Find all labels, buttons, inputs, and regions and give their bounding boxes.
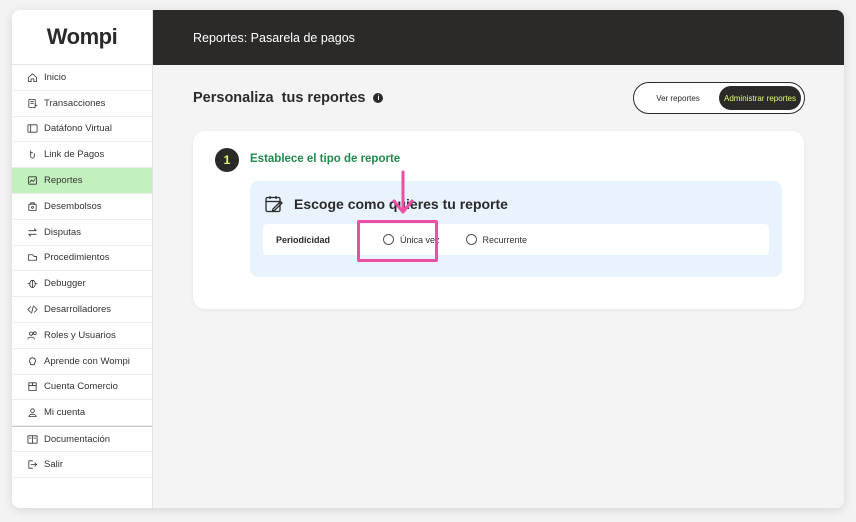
sidebar-item-mi-cuenta[interactable]: Mi cuenta xyxy=(12,400,152,427)
bulb-icon xyxy=(26,355,38,367)
sidebar-item-label: Roles y Usuarios xyxy=(44,329,116,341)
sidebar-item-label: Aprende con Wompi xyxy=(44,355,130,367)
code-icon xyxy=(26,304,38,316)
pink-arrow-annotation xyxy=(392,170,414,214)
calendar-edit-icon xyxy=(265,196,283,213)
step-number-badge: 1 xyxy=(215,148,239,172)
highlight-box-annotation xyxy=(357,220,438,262)
report-config-card: 1 Establece el tipo de reporte Escoge co… xyxy=(193,131,804,309)
sidebar-item-label: Procedimientos xyxy=(44,252,110,264)
administrar-reportes-button[interactable]: Administrar reportes xyxy=(719,86,801,110)
sidebar-item-label: Reportes xyxy=(44,175,83,187)
main-content: Personaliza tus reportes i Ver reportes … xyxy=(153,65,844,508)
sidebar-item-label: Desarrolladores xyxy=(44,304,112,316)
radio-recurrente-label: Recurrente xyxy=(482,234,528,245)
wallet-icon xyxy=(26,200,38,212)
top-bar: Reportes: Pasarela de pagos xyxy=(153,10,844,65)
sidebar-item-link-de-pagos[interactable]: Link de Pagos xyxy=(12,142,152,169)
logout-icon xyxy=(26,458,38,470)
sidebar-item-label: Debugger xyxy=(44,278,86,290)
sidebar-item-cuenta-comercio[interactable]: Cuenta Comercio xyxy=(12,375,152,401)
info-icon[interactable]: i xyxy=(373,93,384,103)
sidebar-item-label: Documentación xyxy=(44,433,111,445)
ver-reportes-button[interactable]: Ver reportes xyxy=(637,86,719,110)
docs-icon xyxy=(26,433,38,445)
report-view-toggle: Ver reportes Administrar reportes xyxy=(633,82,805,114)
sidebar-item-label: Transacciones xyxy=(44,97,106,109)
sidebar-item-label: Inicio xyxy=(44,71,67,83)
sidebar-item-documentacion[interactable]: Documentación xyxy=(12,426,152,452)
sidebar-item-label: Disputas xyxy=(44,226,81,238)
user-icon xyxy=(26,407,38,419)
sidebar-item-aprende-con-wompi[interactable]: Aprende con Wompi xyxy=(12,349,152,375)
sidebar-item-reportes[interactable]: Reportes xyxy=(12,168,152,194)
panel-header: Escoge como quieres tu reporte xyxy=(264,194,508,214)
transactions-icon xyxy=(26,97,38,109)
radio-circle-icon[interactable] xyxy=(465,234,477,245)
pos-icon xyxy=(26,123,38,135)
sidebar-item-label: Link de Pagos xyxy=(44,149,105,161)
sidebar-item-inicio[interactable]: Inicio xyxy=(12,65,152,91)
page-title: Personaliza tus reportes i xyxy=(193,90,384,106)
report-type-panel: Escoge como quieres tu reporte Periodici… xyxy=(250,181,782,277)
page-title-text: Personaliza tus reportes xyxy=(193,90,366,106)
procedures-icon xyxy=(26,252,38,264)
users-icon xyxy=(26,329,38,341)
header-title: Reportes: Pasarela de pagos xyxy=(193,30,355,45)
sidebar-item-datafono-virtual[interactable]: Datáfono Virtual xyxy=(12,117,152,143)
reports-icon xyxy=(26,175,38,187)
sidebar-item-desarrolladores[interactable]: Desarrolladores xyxy=(12,297,152,323)
sidebar-item-label: Mi cuenta xyxy=(44,407,86,419)
disputes-icon xyxy=(26,226,38,238)
step-title: Establece el tipo de reporte xyxy=(250,153,401,165)
sidebar-item-transacciones[interactable]: Transacciones xyxy=(12,91,152,117)
home-icon xyxy=(26,71,38,83)
sidebar-item-roles-y-usuarios[interactable]: Roles y Usuarios xyxy=(12,323,152,349)
sidebar-item-desembolsos[interactable]: Desembolsos xyxy=(12,194,152,220)
store-icon xyxy=(26,381,38,393)
sidebar-item-label: Datáfono Virtual xyxy=(44,123,112,135)
wompi-logo[interactable]: Wompi xyxy=(12,10,152,65)
sidebar: Wompi Inicio Transacciones Datáfono Virtua… xyxy=(12,10,153,508)
sidebar-item-label: Cuenta Comercio xyxy=(44,381,118,393)
sidebar-item-salir[interactable]: Salir xyxy=(12,452,152,478)
periodicity-row: Periodicidad Única vez Recurrente xyxy=(263,224,769,255)
sidebar-item-debugger[interactable]: Debugger xyxy=(12,271,152,298)
bug-icon xyxy=(26,278,38,290)
sidebar-item-label: Desembolsos xyxy=(44,200,102,212)
sidebar-item-procedimientos[interactable]: Procedimientos xyxy=(12,246,152,272)
sidebar-nav: Inicio Transacciones Datáfono Virtual Link … xyxy=(12,65,152,478)
periodicity-label: Periodicidad xyxy=(276,234,331,245)
radio-recurrente[interactable]: Recurrente xyxy=(465,234,528,245)
link-icon xyxy=(26,149,38,161)
sidebar-item-disputas[interactable]: Disputas xyxy=(12,220,152,246)
sidebar-item-label: Salir xyxy=(44,458,64,470)
